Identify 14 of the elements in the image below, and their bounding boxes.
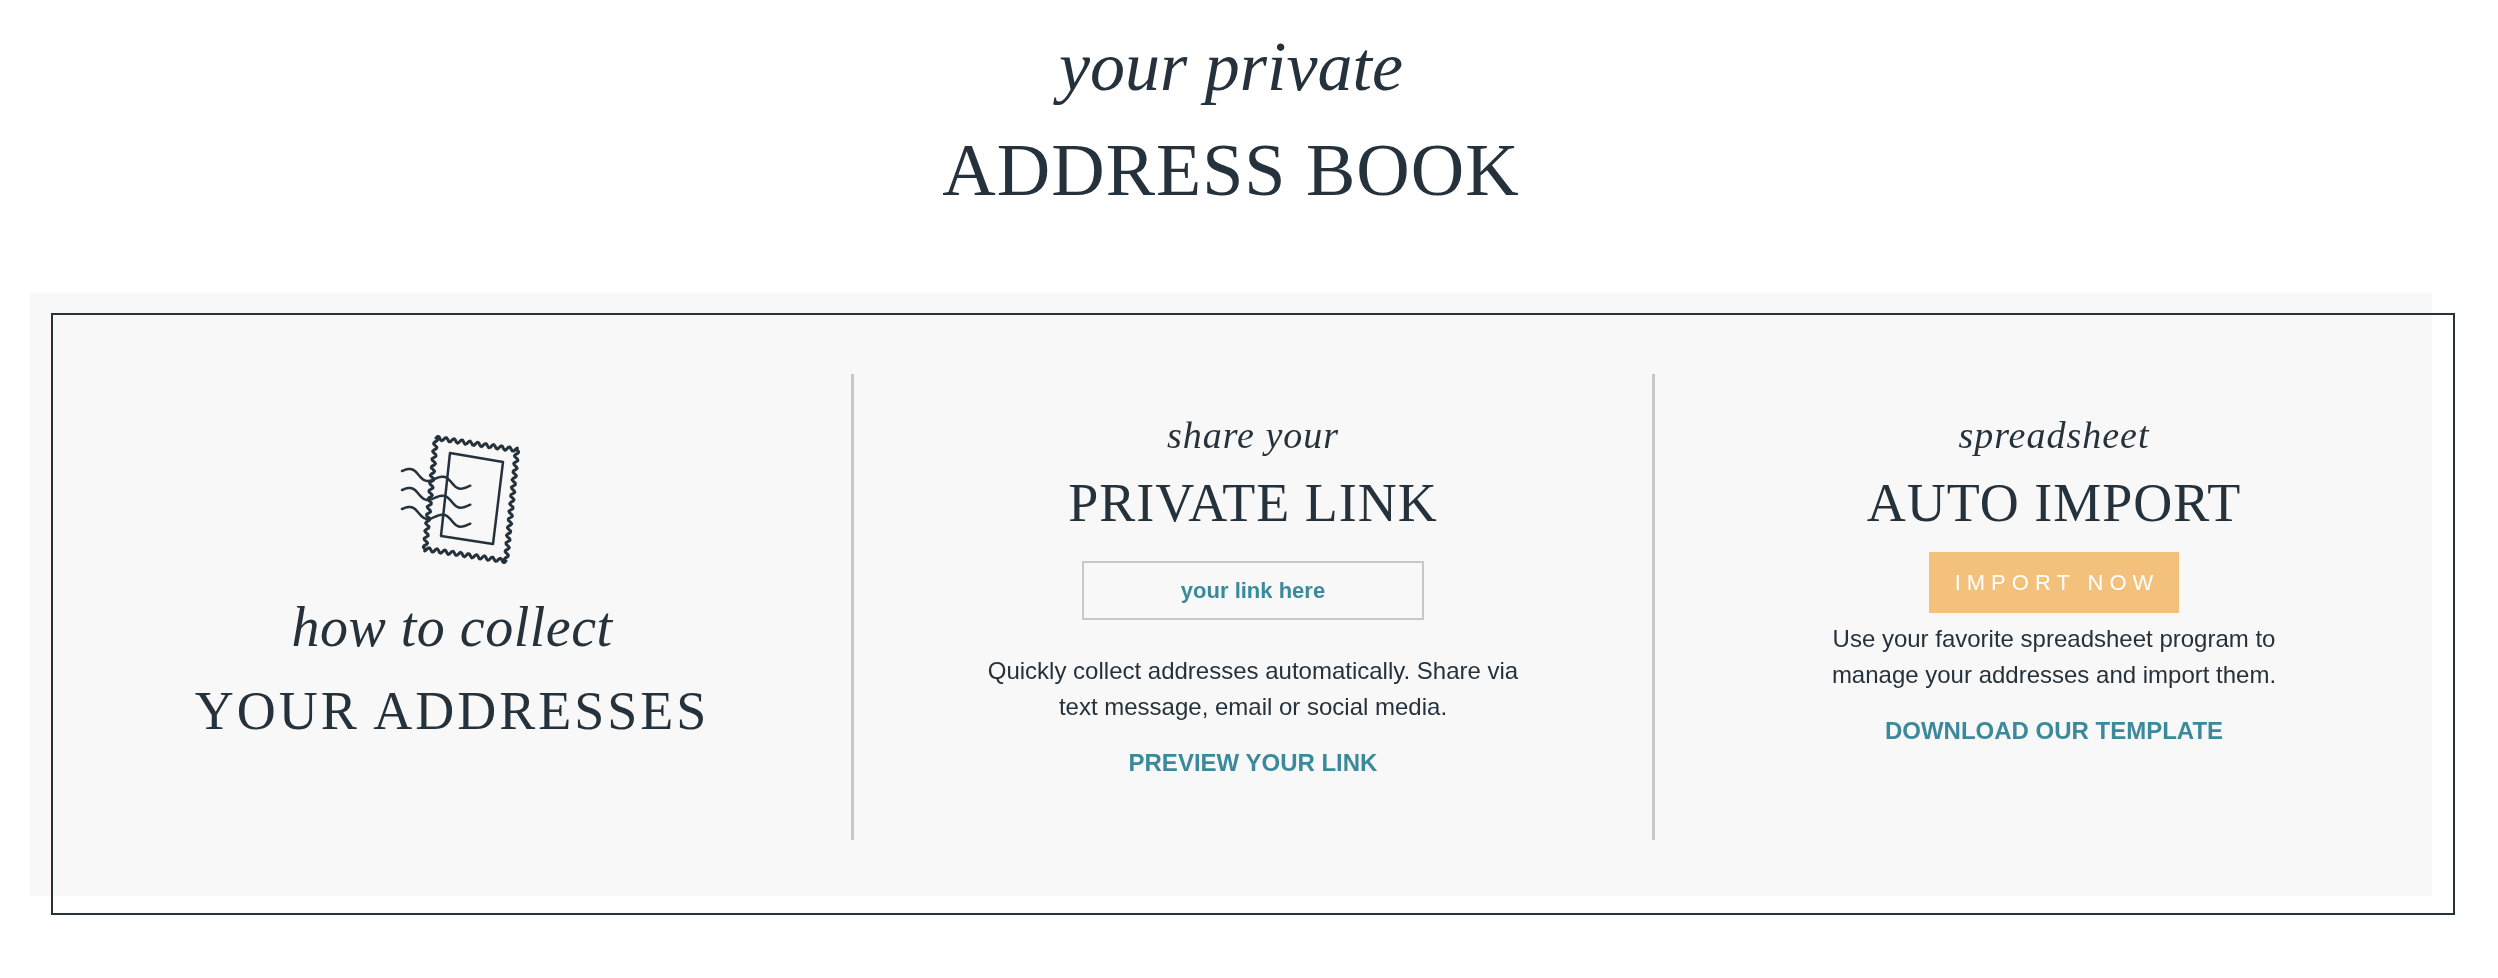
page-subtitle: your private [1052, 23, 1410, 111]
stamp-icon [398, 434, 520, 564]
download-template-link[interactable]: DOWNLOAD OUR TEMPLATE [1884, 719, 2224, 743]
page-title: ADDRESS BOOK [942, 132, 1520, 207]
section-title: YOUR ADDRESSES [194, 683, 710, 738]
description-text: Use your favorite spreadsheet program to manage your addresses and import them. [1830, 624, 2278, 690]
section-subtitle: share your [1165, 412, 1341, 458]
section-subtitle: spreadsheet [1957, 412, 2151, 458]
section-subtitle: how to collect [290, 594, 614, 660]
preview-link[interactable]: PREVIEW YOUR LINK [1128, 751, 1378, 775]
description-text: Quickly collect addresses automatically. Share via text message, email or social media. [986, 656, 1520, 722]
section-title: PRIVATE LINK [1068, 476, 1438, 530]
link-field[interactable]: your link here [1082, 561, 1424, 620]
section-title: AUTO IMPORT [1866, 476, 2242, 530]
